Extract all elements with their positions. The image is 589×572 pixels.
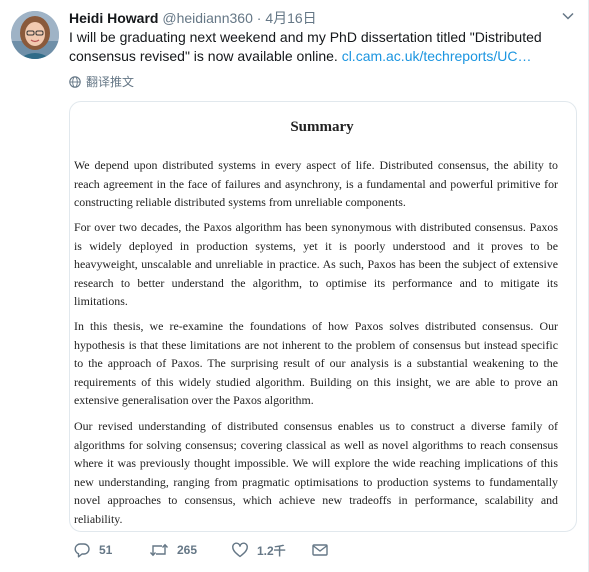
globe-icon — [69, 76, 81, 88]
tweet-text: I will be graduating next weekend and my… — [69, 28, 574, 66]
tweet-actions: 51 265 1.2千 — [69, 541, 369, 559]
author-handle[interactable]: @heidiann360 — [162, 10, 253, 26]
attached-image[interactable]: Summary We depend upon distributed syste… — [69, 101, 577, 532]
tweet-date[interactable]: 4月16日 — [265, 10, 316, 26]
translate-tweet[interactable]: 翻译推文 — [69, 74, 134, 90]
like-button[interactable]: 1.2千 — [231, 541, 286, 559]
translate-label: 翻译推文 — [86, 75, 135, 89]
reply-icon — [74, 543, 90, 558]
separator-dot: · — [256, 10, 262, 26]
reply-count: 51 — [99, 543, 113, 557]
author-name[interactable]: Heidi Howard — [69, 10, 158, 26]
avatar-image — [11, 11, 59, 59]
tweet-link[interactable]: cl.cam.ac.uk/techreports/UC… — [342, 48, 532, 64]
avatar[interactable] — [11, 11, 59, 59]
retweet-button[interactable]: 265 — [149, 541, 197, 559]
like-count: 1.2千 — [257, 543, 286, 558]
envelope-icon — [312, 544, 328, 556]
document-paragraph: In this thesis, we re-examine the founda… — [74, 319, 558, 407]
document-paragraph: Our revised understanding of distributed… — [74, 419, 558, 526]
chevron-down-icon[interactable] — [561, 9, 575, 23]
reply-button[interactable]: 51 — [73, 541, 112, 559]
document-title: Summary — [290, 119, 354, 135]
tweet: Heidi Howard @heidiann360 · 4月16日 I will… — [0, 0, 589, 572]
heart-icon — [232, 542, 248, 558]
tweet-header: Heidi Howard @heidiann360 · 4月16日 — [69, 9, 559, 27]
retweet-count: 265 — [177, 543, 198, 557]
document-paragraph: We depend upon distributed systems in ev… — [74, 158, 558, 209]
document-page: Summary We depend upon distributed syste… — [74, 104, 570, 527]
retweet-icon — [149, 543, 169, 557]
document-paragraph: For over two decades, the Paxos algorith… — [74, 220, 558, 308]
direct-message-button[interactable] — [311, 541, 329, 559]
